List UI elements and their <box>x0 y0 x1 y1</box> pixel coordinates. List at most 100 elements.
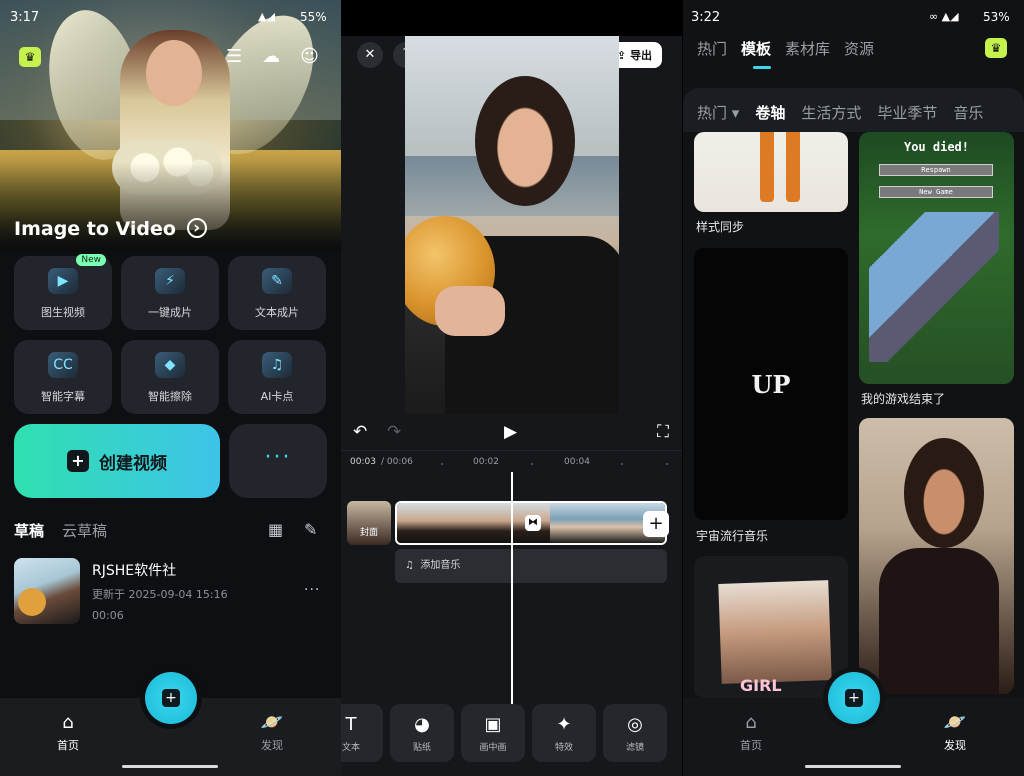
feature-tile[interactable]: ⚡ 一键成片 <box>121 256 219 330</box>
timecode-current: 00:03 <box>350 457 376 467</box>
tool-button[interactable]: ◕ 贴纸 <box>390 704 454 762</box>
hero-banner[interactable] <box>0 0 341 252</box>
add-clip-button[interactable]: + <box>643 511 669 537</box>
template-card-portrait[interactable] <box>859 418 1014 694</box>
text-tool-icon: T <box>345 714 357 735</box>
category-tabs: 热门 ▾ 卷轴 生活方式 毕业季节 音乐 <box>697 102 983 123</box>
template-card-poster[interactable]: GIRL <box>694 556 848 698</box>
list-icon[interactable]: ☰ <box>226 46 242 67</box>
image-to-video-icon: ▶ <box>48 268 78 294</box>
tool-button[interactable]: ✦ 特效 <box>532 704 596 762</box>
nav-home[interactable]: ⌂ 首页 <box>38 712 98 753</box>
card-art <box>786 132 800 202</box>
feature-tile[interactable]: ▶ 图生视频 New <box>14 254 112 330</box>
feature-tile[interactable]: ♫ AI卡点 <box>228 340 326 414</box>
vip-crown-icon[interactable]: ♛ <box>985 38 1007 58</box>
draft-duration: 00:06 <box>92 609 124 622</box>
tab-cloud-drafts[interactable]: 云草稿 <box>62 520 107 541</box>
transition-icon[interactable]: ⧓ <box>525 515 541 531</box>
filter-icon: ◎ <box>627 714 643 735</box>
clip-frame <box>550 503 589 543</box>
timecode-total: / 00:06 <box>381 457 413 467</box>
tool-button[interactable]: ◎ 滤镜 <box>603 704 667 762</box>
music-note-icon: ♫ <box>405 560 414 571</box>
export-label: 导出 <box>630 49 653 62</box>
nav-discover[interactable]: 🪐 发现 <box>242 712 302 753</box>
clip-frame <box>435 503 474 543</box>
gesture-bar <box>805 765 901 768</box>
hero-title[interactable]: Image to Video › <box>14 218 207 240</box>
video-preview[interactable] <box>405 36 619 414</box>
preview-head <box>475 76 575 206</box>
vip-crown-icon[interactable]: ♛ <box>19 47 41 67</box>
more-features-button[interactable]: ··· <box>229 424 327 498</box>
create-video-button[interactable]: + 创建视频 <box>14 424 220 498</box>
category-music[interactable]: 音乐 <box>953 102 983 123</box>
draft-more-icon[interactable]: ··· <box>304 582 320 598</box>
playhead[interactable] <box>511 472 513 704</box>
tool-button[interactable]: ▣ 画中画 <box>461 704 525 762</box>
cover-button[interactable]: 封面 <box>347 501 391 545</box>
tick-dot <box>531 463 533 465</box>
tab-resources[interactable]: 资源 <box>844 38 874 59</box>
category-hot[interactable]: 热门 ▾ <box>697 102 739 123</box>
card-art <box>718 580 832 684</box>
template-title[interactable]: 我的游戏结束了 <box>861 390 945 407</box>
draft-name[interactable]: RJSHE软件社 <box>92 560 176 580</box>
play-icon[interactable]: ▶ <box>504 422 517 442</box>
template-title[interactable]: 样式同步 <box>696 218 744 235</box>
editor-toolbar: T 文本 ◕ 贴纸 ▣ 画中画 ✦ 特效 ◎ 滤镜 <box>341 704 682 776</box>
card-art <box>869 212 999 362</box>
template-title[interactable]: 宇宙流行音乐 <box>696 527 768 544</box>
feature-tile[interactable]: CC 智能字幕 <box>14 340 112 414</box>
effects-icon: ✦ <box>556 714 572 735</box>
tab-hot[interactable]: 热门 <box>697 38 727 59</box>
draft-tabs: 草稿 云草稿 <box>14 520 107 541</box>
create-fab-button[interactable]: + <box>145 672 197 724</box>
grid-view-icon[interactable]: ▦ <box>268 520 283 539</box>
category-reel[interactable]: 卷轴 <box>755 102 785 123</box>
undo-icon[interactable]: ↶ <box>353 422 367 442</box>
settings-icon[interactable]: ☺ <box>300 46 319 67</box>
tab-drafts[interactable]: 草稿 <box>14 520 44 541</box>
template-card-style-sync[interactable] <box>694 132 848 212</box>
template-card-game-over[interactable]: You died! Respawn New Game <box>859 132 1014 384</box>
tab-materials[interactable]: 素材库 <box>785 38 830 59</box>
tick-dot <box>441 463 443 465</box>
card-art <box>760 132 774 202</box>
editor-top-bar <box>341 0 682 36</box>
template-card-cosmic[interactable]: UP <box>694 248 848 520</box>
close-icon[interactable]: ✕ <box>357 42 383 68</box>
cloud-icon[interactable]: ☁ <box>262 46 280 67</box>
redo-icon[interactable]: ↷ <box>387 422 401 442</box>
edit-icon[interactable]: ✎ <box>304 520 317 539</box>
feature-tile[interactable]: ✎ 文本成片 <box>228 256 326 330</box>
one-click-icon: ⚡ <box>155 268 185 294</box>
status-time: 3:17 <box>10 10 40 25</box>
draft-thumbnail[interactable] <box>14 558 80 624</box>
tick-label: 00:02 <box>473 457 499 467</box>
create-fab-button[interactable]: + <box>828 672 880 724</box>
templates-screen: 3:22 53% ∞ ▲◢ 热门 模板 素材库 资源 ♛ 热门 ▾ 卷轴 生活方… <box>683 0 1024 776</box>
card-art <box>879 548 999 694</box>
feature-tile[interactable]: ◆ 智能擦除 <box>121 340 219 414</box>
tool-button[interactable]: T 文本 <box>341 704 383 762</box>
nav-home-label: 首页 <box>57 739 79 752</box>
fullscreen-icon[interactable]: ⛶ <box>657 422 669 442</box>
feature-tile-label: 智能字幕 <box>41 390 85 403</box>
category-graduation[interactable]: 毕业季节 <box>877 102 937 123</box>
category-lifestyle[interactable]: 生活方式 <box>801 102 861 123</box>
home-screen: 3:17 55% ▲◢ ♛ ☰ ☁ ☺ Image to Video › ▶ 图生… <box>0 0 341 776</box>
card-text: UP <box>751 370 791 399</box>
feature-tile-label: 图生视频 <box>41 306 85 319</box>
card-text: New Game <box>879 186 993 198</box>
nav-home[interactable]: ⌂ 首页 <box>721 712 781 753</box>
plus-icon: + <box>67 450 89 472</box>
add-music-track[interactable]: ♫ 添加音乐 <box>395 549 667 583</box>
cover-label: 封面 <box>359 528 378 538</box>
nav-discover[interactable]: 🪐 发现 <box>925 712 985 753</box>
preview-hand <box>435 286 505 336</box>
top-icons: ☰ ☁ ☺ <box>226 46 319 67</box>
tab-templates[interactable]: 模板 <box>741 38 771 59</box>
tick-dot <box>666 463 668 465</box>
